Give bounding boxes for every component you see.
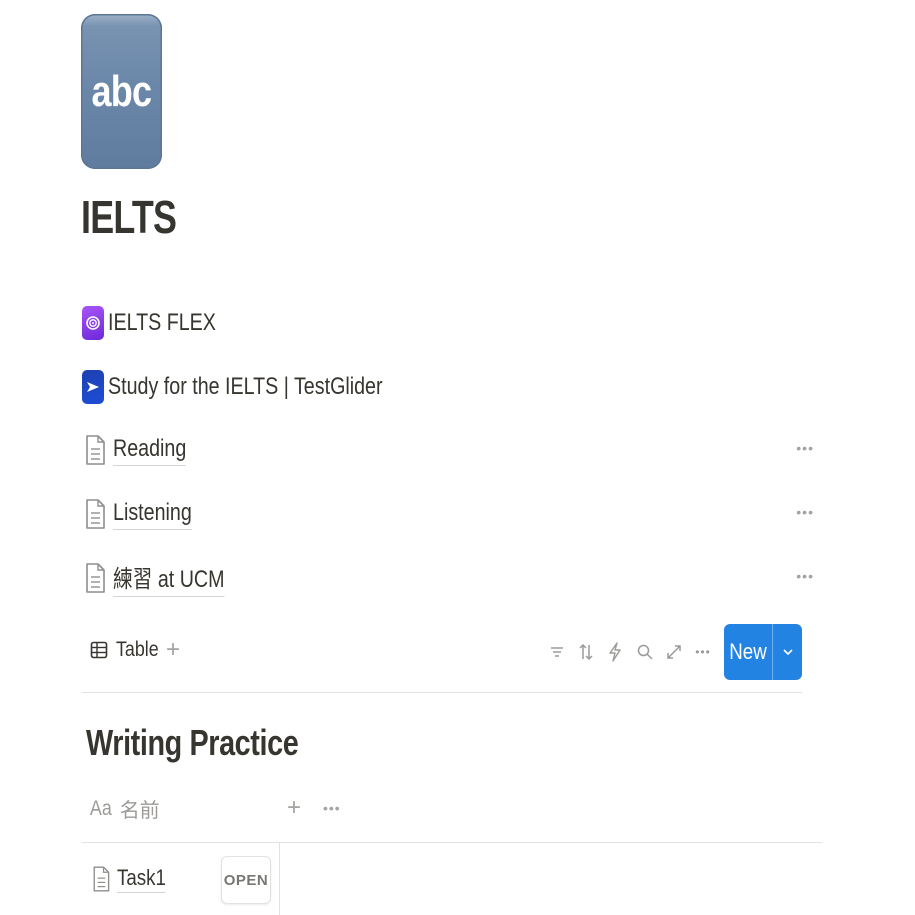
table-icon xyxy=(90,641,108,659)
testglider-app-icon xyxy=(82,370,104,404)
filter-icon[interactable] xyxy=(545,638,569,666)
automation-lightning-icon[interactable] xyxy=(603,638,627,666)
more-options-icon[interactable]: ••• xyxy=(796,568,814,584)
more-options-icon[interactable]: ••• xyxy=(796,440,814,456)
more-options-icon[interactable]: ••• xyxy=(796,504,814,520)
add-property-icon[interactable]: + xyxy=(287,794,301,822)
subpage-label: Reading xyxy=(113,435,187,466)
text-property-icon: Aa xyxy=(89,796,112,820)
ielts-flex-app-icon xyxy=(82,306,104,340)
link-ielts-flex[interactable]: IELTS FLEX xyxy=(82,303,240,343)
page-title[interactable]: IELTS xyxy=(81,190,177,244)
open-page-button[interactable]: OPEN xyxy=(221,856,271,904)
add-view-icon[interactable]: + xyxy=(166,636,180,664)
link-label: Study for the IELTS | TestGlider xyxy=(108,373,383,400)
tab-table-view[interactable]: Table xyxy=(90,638,166,662)
new-button[interactable]: New xyxy=(724,624,802,680)
cell-divider xyxy=(279,843,280,915)
document-icon xyxy=(93,866,110,892)
row-name-label: Task1 xyxy=(117,865,166,893)
subpage-label: 練習 at UCM xyxy=(113,559,225,597)
expand-icon[interactable] xyxy=(662,638,686,666)
link-label: IELTS FLEX xyxy=(108,309,216,336)
table-row[interactable]: Task1 OPEN xyxy=(82,843,822,915)
new-button-label: New xyxy=(729,639,767,664)
column-header-label: 名前 xyxy=(119,800,160,822)
chevron-down-icon[interactable] xyxy=(773,646,802,658)
divider xyxy=(82,692,802,693)
database-view-bar: Table + ••• New xyxy=(82,622,802,684)
document-icon xyxy=(86,435,105,465)
more-options-icon[interactable]: ••• xyxy=(691,638,715,666)
page-icon-text: abc xyxy=(91,66,153,116)
sort-icon[interactable] xyxy=(574,638,598,666)
search-icon[interactable] xyxy=(633,638,657,666)
subpage-listening[interactable]: Listening ••• xyxy=(82,492,822,536)
view-tab-label: Table xyxy=(116,638,159,661)
page-emoji-icon[interactable]: abc xyxy=(81,14,162,169)
subpage-label: Listening xyxy=(113,499,192,530)
more-options-icon[interactable]: ••• xyxy=(323,800,341,816)
column-header-name[interactable]: Aa 名前 xyxy=(88,794,160,823)
subpage-reading[interactable]: Reading ••• xyxy=(82,428,822,472)
subpage-practice-ucm[interactable]: 練習 at UCM ••• xyxy=(82,556,822,600)
database-title[interactable]: Writing Practice xyxy=(86,722,299,764)
document-icon xyxy=(86,499,105,529)
document-icon xyxy=(86,563,105,593)
link-testglider[interactable]: Study for the IELTS | TestGlider xyxy=(82,367,443,407)
